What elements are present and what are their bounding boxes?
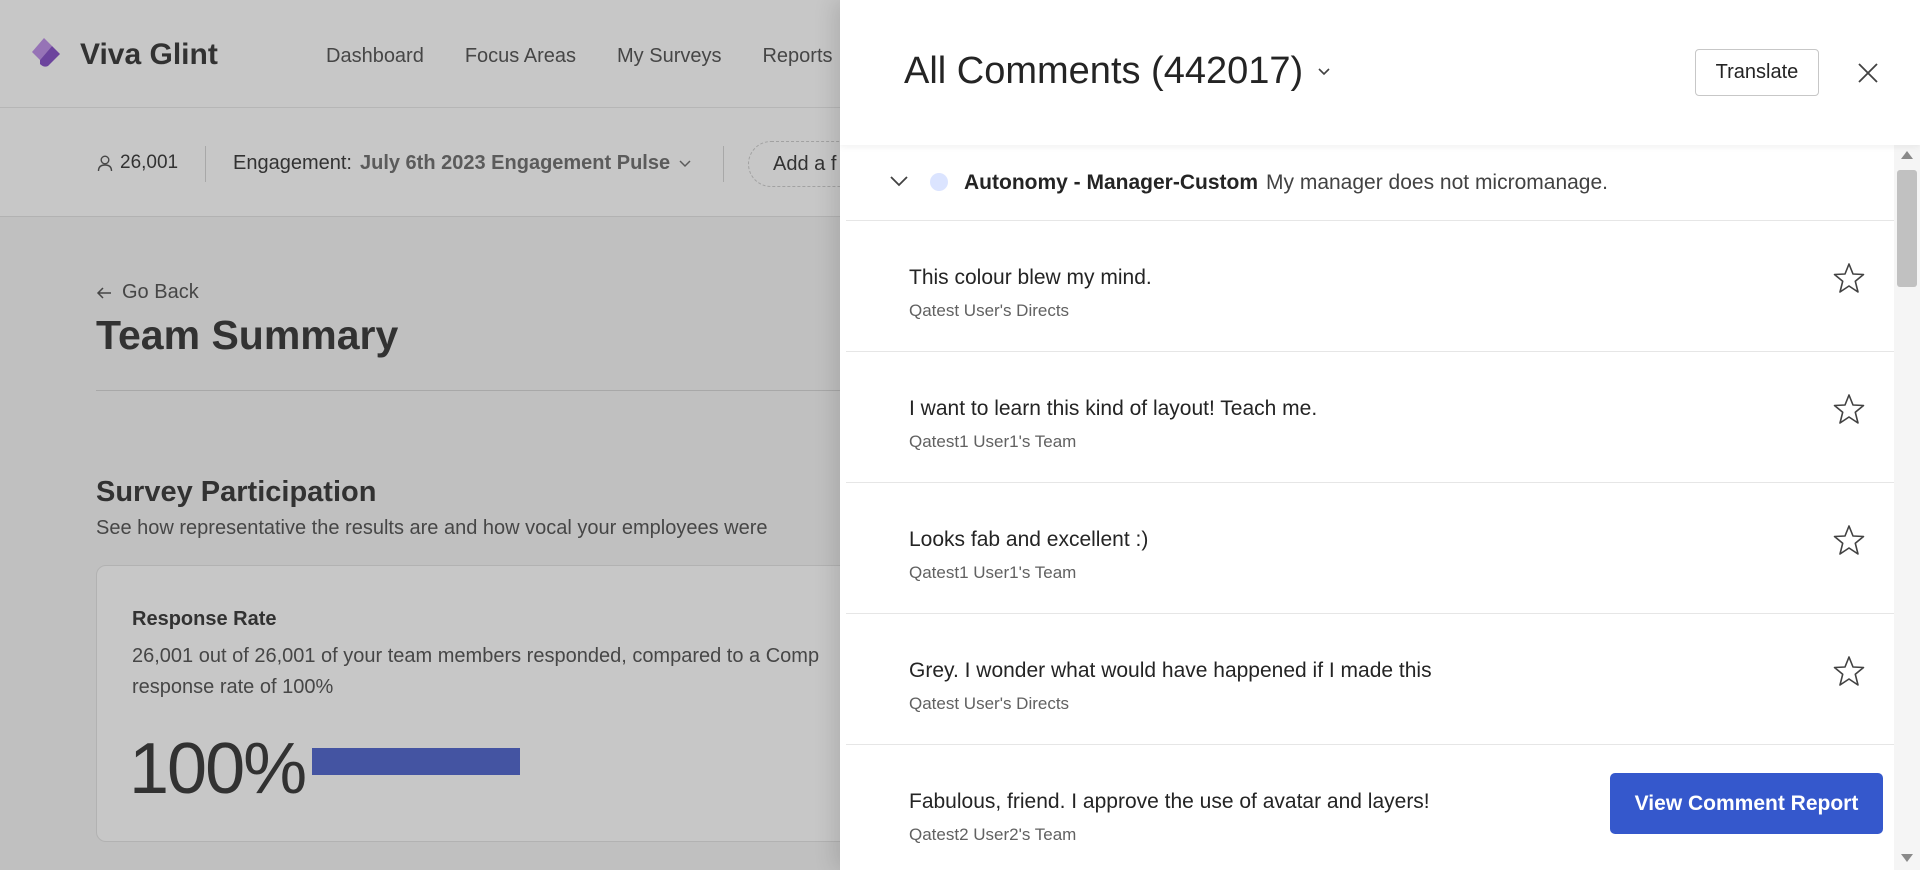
comment-group: Qatest1 User1's Team [909,432,1077,451]
question-color-dot [930,173,948,191]
comment-text: Looks fab and excellent :) [909,528,1149,551]
comments-title-dropdown[interactable]: All Comments (442017) [904,50,1331,93]
comment-text: Grey. I wonder what would have happened … [909,659,1432,682]
scrollbar-thumb[interactable] [1897,170,1917,287]
view-comment-report-button[interactable]: View Comment Report [1610,773,1883,834]
comment-group: Qatest2 User2's Team [909,825,1077,844]
chevron-down-icon [1318,67,1330,75]
scroll-up-icon[interactable] [1901,151,1913,159]
comment-list: Autonomy - Manager-Custom My manager doe… [840,145,1895,870]
comment-item: I want to learn this kind of layout! Tea… [846,352,1895,483]
comment-group: Qatest1 User1's Team [909,563,1077,582]
comment-item: Grey. I wonder what would have happened … [846,614,1895,745]
chevron-down-icon[interactable] [888,170,910,192]
question-name: Autonomy - Manager-Custom [964,171,1258,194]
question-header[interactable]: Autonomy - Manager-Custom My manager doe… [846,145,1895,221]
comment-text: I want to learn this kind of layout! Tea… [909,397,1318,420]
comment-text: This colour blew my mind. [909,266,1152,289]
star-icon[interactable] [1832,654,1866,688]
star-icon[interactable] [1832,523,1866,557]
close-icon [1858,63,1878,83]
star-icon[interactable] [1832,392,1866,426]
panel-header: All Comments (442017) Translate [840,0,1920,145]
comment-group: Qatest User's Directs [909,301,1070,320]
scrollbar[interactable] [1894,145,1920,870]
comment-text: Fabulous, friend. I approve the use of a… [909,790,1430,813]
question-text: My manager does not micromanage. [1266,171,1608,194]
comment-group: Qatest User's Directs [909,694,1070,713]
comment-item: Looks fab and excellent :) Qatest1 User1… [846,483,1895,614]
all-comments-panel: All Comments (442017) Translate Autonomy… [840,0,1920,870]
panel-title: All Comments (442017) [904,50,1304,92]
star-icon[interactable] [1832,261,1866,295]
comment-item: This colour blew my mind. Qatest User's … [846,221,1895,352]
close-button[interactable] [1852,57,1884,89]
translate-button[interactable]: Translate [1695,49,1819,96]
scroll-down-icon[interactable] [1901,854,1913,862]
